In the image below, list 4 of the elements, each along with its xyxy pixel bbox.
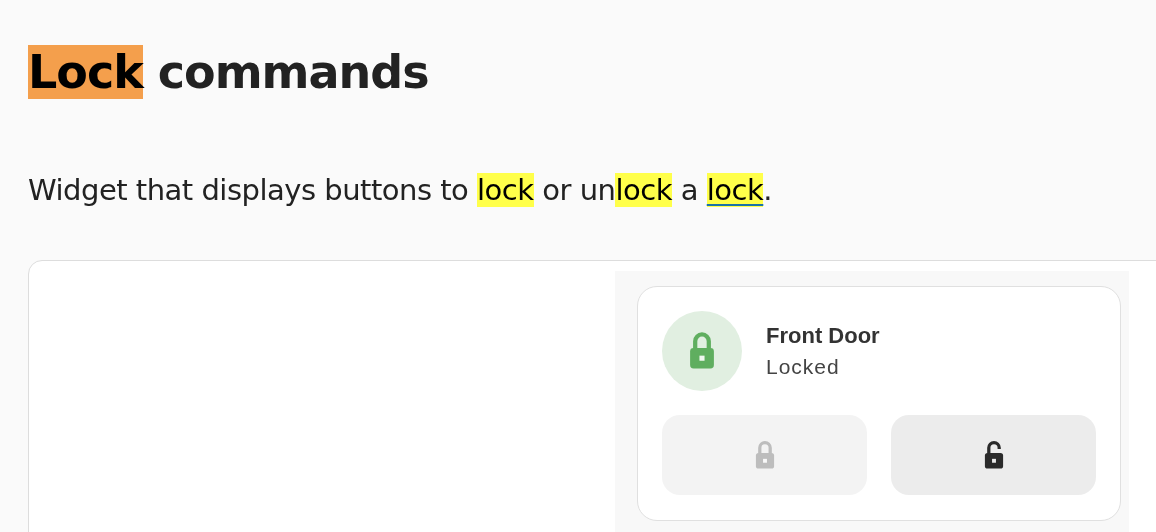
entity-state: Locked bbox=[766, 355, 841, 379]
unlock-button[interactable] bbox=[891, 415, 1096, 495]
page-heading: Lock commands bbox=[28, 44, 430, 101]
entity-name: Front Door bbox=[766, 323, 880, 349]
